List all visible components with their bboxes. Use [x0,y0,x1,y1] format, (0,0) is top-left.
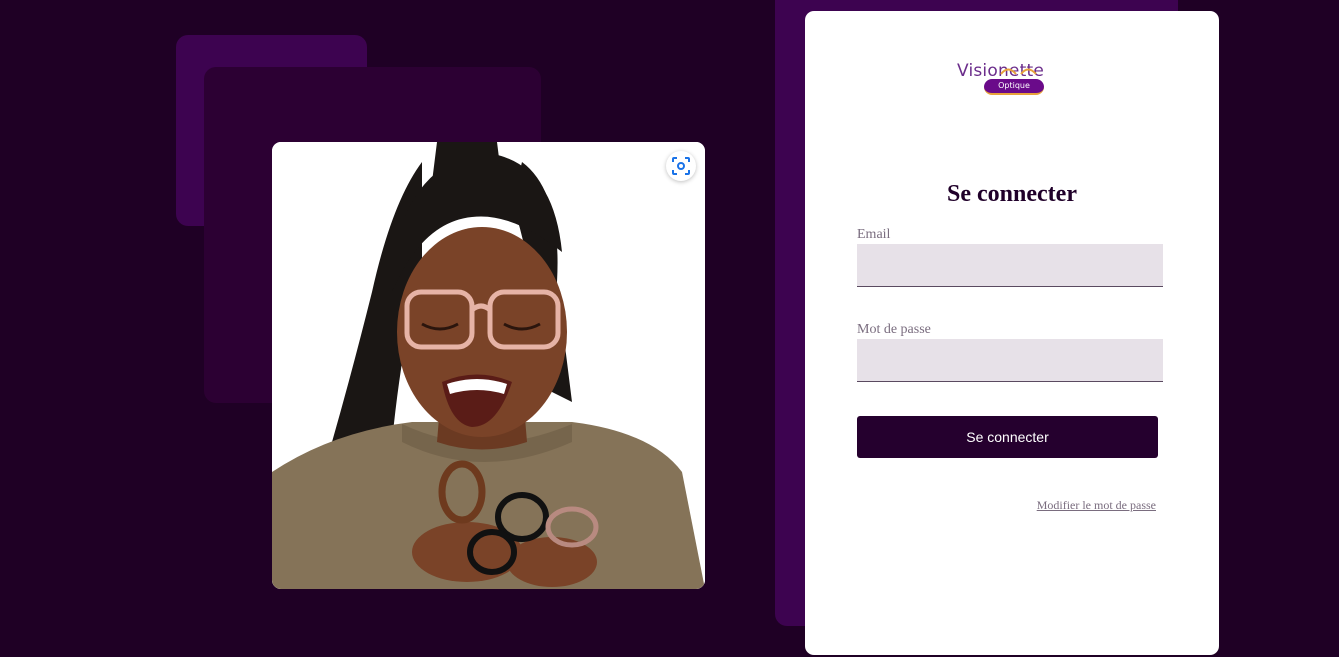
change-password-link[interactable]: Modifier le mot de passe [1037,498,1156,513]
logo-glasses-arc-icon [1000,68,1037,75]
email-field[interactable] [857,244,1163,287]
hero-photo [272,142,705,589]
password-field[interactable] [857,339,1163,382]
page-title: Se connecter [947,181,1077,207]
woman-with-glasses-illustration [272,142,705,589]
password-label: Mot de passe [857,322,931,337]
login-button[interactable]: Se connecter [857,416,1158,458]
login-card: Visionette Optique Se connecter Email Mo… [805,11,1219,655]
visual-search-icon[interactable] [666,151,696,181]
email-label: Email [857,227,891,242]
logo-subtitle: Optique [984,79,1044,95]
brand-logo: Visionette Optique [955,59,1073,99]
